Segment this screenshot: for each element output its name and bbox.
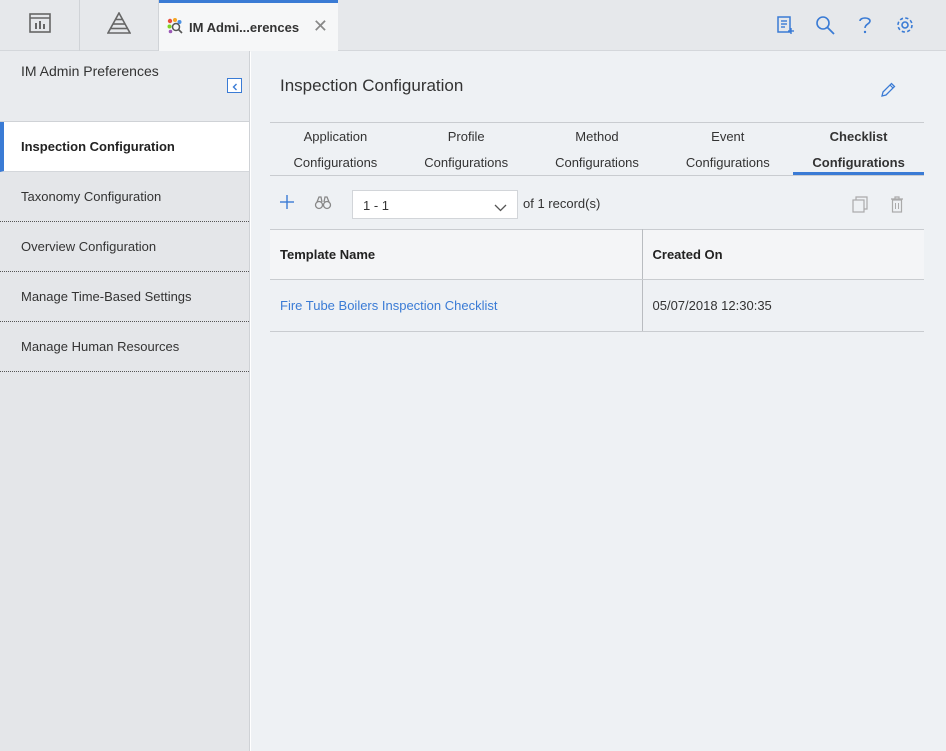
trash-icon[interactable] [890, 196, 904, 218]
app-logo-icon [166, 17, 183, 39]
tab-profile-configurations[interactable]: Profile Configurations [401, 123, 532, 175]
chevron-down-icon [494, 200, 507, 215]
sidebar: IM Admin Preferences Inspection Configur… [0, 51, 250, 751]
app-tab-title: IM Admi...erences [189, 20, 300, 35]
dashboard-icon [28, 13, 51, 38]
record-count: of 1 record(s) [523, 196, 601, 211]
sidebar-item-label: Taxonomy Configuration [21, 189, 162, 204]
sidebar-item-inspection-configuration[interactable]: Inspection Configuration [0, 122, 249, 172]
main-panel: Inspection Configuration Application Con… [251, 51, 946, 751]
chevron-left-icon [231, 78, 239, 94]
app-tab-im-admin-preferences[interactable]: IM Admi...erences ✕ [159, 0, 338, 52]
created-on-cell: 05/07/2018 12:30:35 [642, 279, 924, 332]
sidebar-header: IM Admin Preferences [0, 51, 249, 122]
sidebar-item-label: Manage Time-Based Settings [21, 289, 192, 304]
gear-icon[interactable] [894, 14, 916, 36]
page-range-select[interactable]: 1 - 1 [352, 190, 518, 219]
sidebar-item-manage-human-resources[interactable]: Manage Human Resources [0, 322, 249, 372]
dashboard-button[interactable] [0, 0, 80, 51]
sidebar-item-taxonomy-configuration[interactable]: Taxonomy Configuration [0, 172, 249, 222]
page-range-value: 1 - 1 [363, 198, 390, 213]
checklist-table: Template Name Created On Fire Tube Boile… [270, 229, 924, 332]
table-row[interactable]: Fire Tube Boilers Inspection Checklist 0… [270, 279, 924, 332]
tab-checklist-configurations[interactable]: Checklist Configurations [793, 123, 924, 175]
template-name-cell: Fire Tube Boilers Inspection Checklist [270, 279, 643, 332]
sidebar-title: IM Admin Preferences [21, 63, 159, 79]
column-header-created-on[interactable]: Created On [642, 229, 924, 280]
sidebar-item-label: Inspection Configuration [21, 139, 175, 154]
notes-icon[interactable] [774, 14, 796, 36]
tab-label-line1: Profile [447, 129, 485, 144]
sidebar-item-label: Manage Human Resources [21, 339, 180, 354]
top-bar: IM Admi...erences ✕ [0, 0, 946, 52]
sidebar-item-manage-time-based-settings[interactable]: Manage Time-Based Settings [0, 272, 249, 322]
binoculars-icon[interactable] [314, 195, 332, 216]
tab-label-line1: Event [711, 129, 745, 144]
tab-label-line1: Method [575, 129, 619, 144]
search-icon[interactable] [814, 14, 836, 36]
add-icon[interactable] [279, 194, 295, 215]
grid-toolbar: 1 - 1 of 1 record(s) [270, 189, 924, 221]
template-name-link[interactable]: Fire Tube Boilers Inspection Checklist [280, 298, 497, 313]
tab-application-configurations[interactable]: Application Configurations [270, 123, 401, 175]
help-icon[interactable] [854, 14, 876, 36]
tab-label-line2: Configurations [555, 155, 639, 170]
table-header-row: Template Name Created On [270, 229, 924, 280]
pyramid-button[interactable] [80, 0, 159, 51]
tab-event-configurations[interactable]: Event Configurations [662, 123, 793, 175]
tab-method-configurations[interactable]: Method Configurations [532, 123, 663, 175]
tab-label-line2: Configurations [685, 155, 770, 170]
tab-label-line2: Configurations [424, 155, 509, 170]
page-title: Inspection Configuration [280, 76, 464, 95]
copy-icon[interactable] [852, 196, 868, 218]
pencil-icon[interactable] [880, 82, 896, 103]
tab-label-line1: Checklist [829, 129, 888, 144]
tab-label-line2: Configurations [293, 155, 378, 170]
config-tabs: Application Configurations Profile Confi… [270, 122, 924, 176]
column-header-template-name[interactable]: Template Name [270, 229, 643, 280]
close-icon[interactable]: ✕ [313, 17, 328, 35]
sidebar-item-overview-configuration[interactable]: Overview Configuration [0, 222, 249, 272]
collapse-sidebar-button[interactable] [227, 78, 242, 93]
tab-label-line1: Application [303, 129, 368, 144]
pyramid-icon [106, 11, 132, 39]
sidebar-item-label: Overview Configuration [21, 239, 157, 254]
tab-label-line2: Configurations [812, 155, 905, 170]
